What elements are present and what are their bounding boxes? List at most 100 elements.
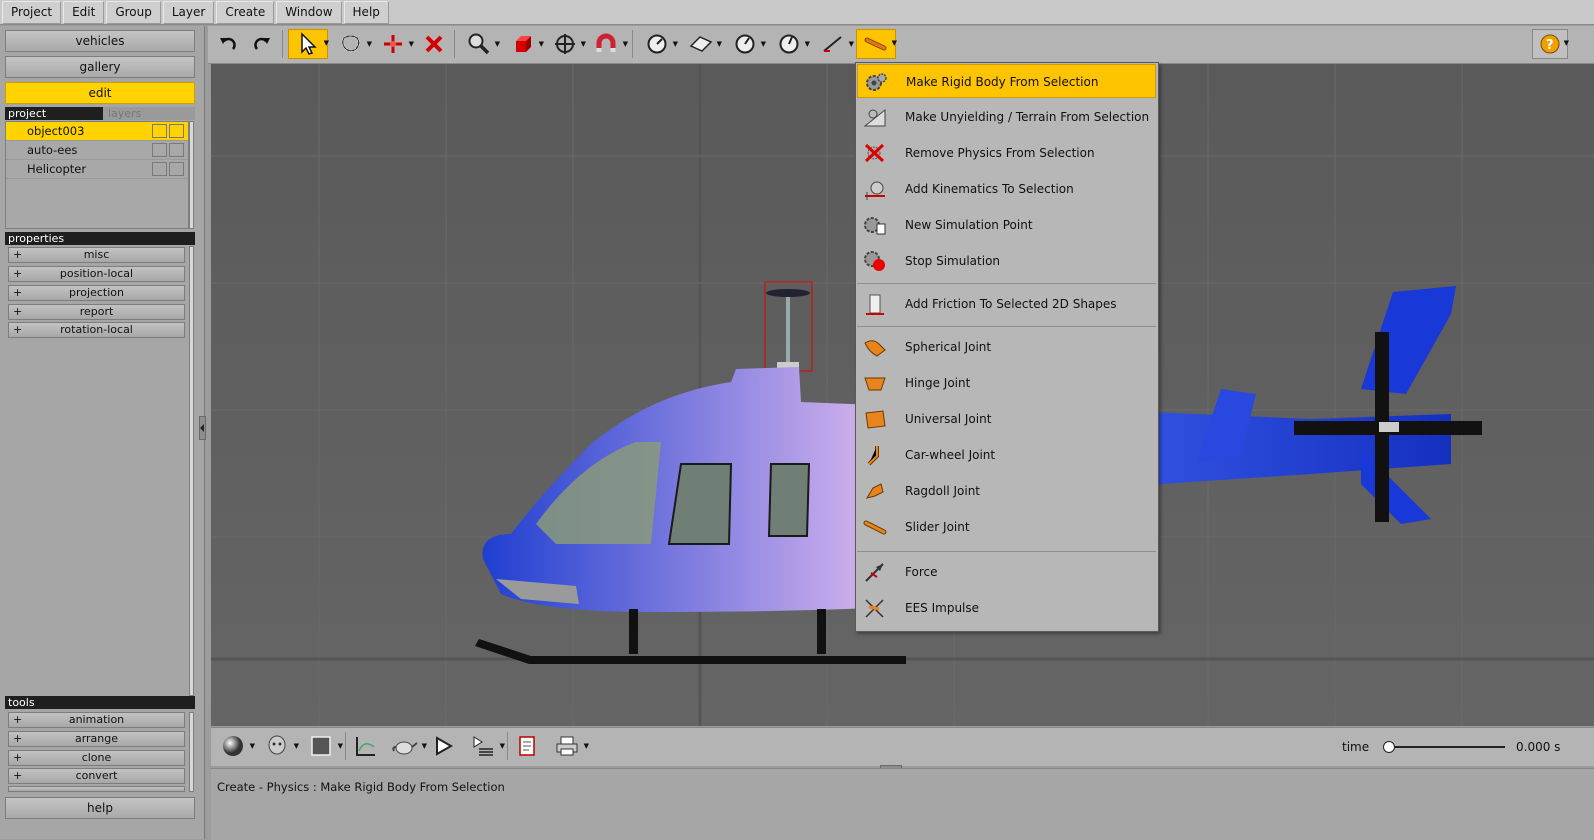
- property-rotation-local[interactable]: + rotation-local: [8, 322, 185, 338]
- delete-button[interactable]: [418, 29, 450, 59]
- zoom-button[interactable]: ▼: [460, 29, 500, 59]
- zoom-icon: [468, 33, 490, 55]
- lock-checkbox[interactable]: [169, 162, 184, 176]
- menu-window[interactable]: Window: [276, 0, 342, 24]
- visibility-checkbox[interactable]: [152, 143, 167, 157]
- new-simulation-point-item[interactable]: New Simulation Point: [857, 208, 1156, 242]
- playlist-button[interactable]: ▼: [463, 731, 505, 761]
- time-slider-thumb[interactable]: [1383, 741, 1395, 753]
- property-label: misc: [83, 248, 110, 261]
- time-slider[interactable]: [1383, 741, 1505, 753]
- property-position-local[interactable]: + position-local: [8, 266, 185, 282]
- unlock-move-button[interactable]: ▼: [374, 29, 414, 59]
- menu-layer[interactable]: Layer: [162, 0, 215, 24]
- tab-project[interactable]: project: [8, 107, 46, 120]
- physics-button[interactable]: ▼: [856, 29, 897, 59]
- gauge-button-1[interactable]: ▼: [638, 29, 678, 59]
- time-label: time: [1342, 740, 1370, 754]
- menu-group[interactable]: Group: [106, 0, 161, 24]
- plane-icon: [689, 36, 713, 52]
- avatar-button[interactable]: ▼: [257, 731, 299, 761]
- property-report[interactable]: + report: [8, 304, 185, 320]
- tool-arrange[interactable]: + arrange: [8, 731, 185, 747]
- properties-header: properties: [5, 232, 195, 245]
- tool-partial-row[interactable]: [8, 786, 185, 792]
- ees-impulse-item[interactable]: EES Impulse: [857, 591, 1156, 625]
- tool-animation[interactable]: + animation: [8, 712, 185, 728]
- tools-scrollbar[interactable]: [189, 712, 194, 792]
- stop-simulation-item[interactable]: Stop Simulation: [857, 244, 1156, 278]
- visibility-checkbox[interactable]: [152, 124, 167, 138]
- gallery-button[interactable]: gallery: [5, 56, 195, 78]
- property-projection[interactable]: + projection: [8, 285, 185, 301]
- force-item[interactable]: Force: [857, 555, 1156, 589]
- lock-checkbox[interactable]: [169, 124, 184, 138]
- select-tool-button[interactable]: ▼: [288, 29, 329, 59]
- car-wheel-joint-item[interactable]: Car-wheel Joint: [857, 438, 1156, 472]
- select-arrow-icon: [301, 32, 317, 55]
- remove-physics-item[interactable]: Remove Physics From Selection: [857, 136, 1156, 170]
- tool-clone[interactable]: + clone: [8, 750, 185, 766]
- gauge-icon: [735, 34, 755, 54]
- list-item[interactable]: object003: [6, 122, 188, 141]
- list-item[interactable]: auto-ees: [6, 141, 188, 160]
- properties-scrollbar[interactable]: [189, 246, 194, 696]
- ragdoll-joint-item[interactable]: Ragdoll Joint: [857, 474, 1156, 508]
- measure-button[interactable]: ▼: [814, 29, 854, 59]
- hinge-joint-item[interactable]: Hinge Joint: [857, 366, 1156, 400]
- color-button[interactable]: ▼: [301, 731, 343, 761]
- impulse-icon: [862, 596, 888, 620]
- teapot-button[interactable]: ▼: [385, 731, 427, 761]
- make-rigid-body-item[interactable]: Make Rigid Body From Selection: [857, 64, 1156, 98]
- report-button[interactable]: [511, 731, 543, 761]
- time-slider-track: [1385, 746, 1505, 748]
- print-button[interactable]: ▼: [547, 731, 589, 761]
- make-unyielding-item[interactable]: Make Unyielding / Terrain From Selection: [857, 100, 1156, 134]
- create-object-button[interactable]: ▼: [504, 29, 544, 59]
- physics-icon: [864, 37, 887, 51]
- menu-help[interactable]: Help: [343, 0, 389, 24]
- add-friction-item[interactable]: Add Friction To Selected 2D Shapes: [857, 287, 1156, 321]
- list-item[interactable]: Helicopter: [6, 160, 188, 179]
- vehicles-button[interactable]: vehicles: [5, 30, 195, 52]
- plane-button[interactable]: ▼: [682, 29, 722, 59]
- lock-checkbox[interactable]: [169, 143, 184, 157]
- pan-button[interactable]: ▼: [546, 29, 586, 59]
- undo-button[interactable]: [212, 29, 244, 59]
- graph-icon: [356, 737, 375, 756]
- menu-create[interactable]: Create: [216, 0, 275, 24]
- gauge-button-2[interactable]: ▼: [726, 29, 766, 59]
- add-kinematics-item[interactable]: Add Kinematics To Selection: [857, 172, 1156, 206]
- time-value: 0.000 s: [1516, 740, 1561, 754]
- tool-convert[interactable]: + convert: [8, 768, 185, 784]
- menu-item-label: Remove Physics From Selection: [905, 146, 1095, 160]
- menu-project[interactable]: Project: [2, 0, 62, 24]
- universal-joint-item[interactable]: Universal Joint: [857, 402, 1156, 436]
- slider-joint-item[interactable]: Slider Joint: [857, 510, 1156, 544]
- spherical-joint-item[interactable]: Spherical Joint: [857, 330, 1156, 364]
- lasso-tool-button[interactable]: ▼: [332, 29, 372, 59]
- gauge-button-3[interactable]: ▼: [770, 29, 810, 59]
- property-misc[interactable]: + misc: [8, 247, 185, 263]
- tab-layers[interactable]: layers: [103, 107, 195, 120]
- universal-joint-icon: [862, 407, 888, 431]
- help-button-toolbar[interactable]: ? ▼: [1532, 29, 1569, 59]
- help-button[interactable]: help: [5, 797, 195, 819]
- edit-button[interactable]: edit: [5, 82, 195, 104]
- play-button[interactable]: [427, 731, 459, 761]
- menu-edit[interactable]: Edit: [63, 0, 105, 24]
- snap-button[interactable]: ▼: [588, 29, 628, 59]
- project-list: object003 auto-ees Helicopter: [5, 121, 189, 229]
- material-button[interactable]: ▼: [213, 731, 255, 761]
- collapse-panel-handle[interactable]: [199, 416, 206, 440]
- visibility-checkbox[interactable]: [152, 162, 167, 176]
- redo-button[interactable]: [246, 29, 278, 59]
- property-label: position-local: [59, 267, 134, 280]
- kinematics-icon: [862, 177, 888, 201]
- tool-label: animation: [68, 713, 125, 726]
- play-icon: [436, 736, 454, 756]
- project-list-scrollbar[interactable]: [189, 121, 194, 229]
- document-icon: [519, 736, 535, 756]
- slider-joint-icon: [862, 515, 888, 539]
- graph-button[interactable]: [349, 731, 381, 761]
